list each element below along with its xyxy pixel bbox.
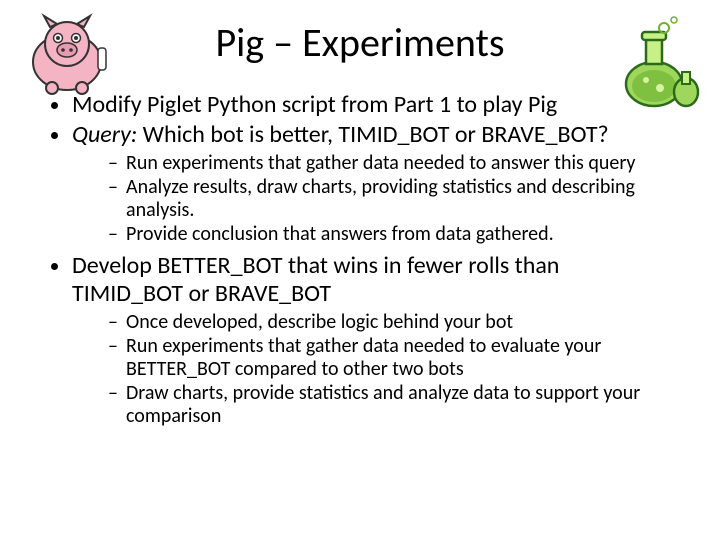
sub-analyze-results: Analyze results, draw charts, providing …	[108, 176, 672, 222]
sub-provide-conclusion: Provide conclusion that answers from dat…	[108, 223, 672, 246]
query-label: Query:	[72, 120, 137, 149]
query-text: Which bot is better, TIMID_BOT or BRAVE_…	[137, 120, 608, 149]
bullet-modify-piglet: Modify Piglet Python script from Part 1 …	[72, 91, 672, 119]
bullet-develop-betterbot: Develop BETTER_BOT that wins in fewer ro…	[72, 252, 672, 428]
sub-text: Run experiments that gather data needed …	[126, 151, 635, 175]
sub-run-compare: Run experiments that gather data needed …	[108, 335, 672, 381]
flask-icon	[612, 16, 702, 116]
sub-text: Run experiments that gather data needed …	[126, 334, 601, 381]
sub-describe-logic: Once developed, describe logic behind yo…	[108, 311, 672, 334]
bullet-query: Query: Which bot is better, TIMID_BOT or…	[72, 121, 672, 247]
bullet-text: Modify Piglet Python script from Part 1 …	[72, 90, 557, 119]
sub-text: Provide conclusion that answers from dat…	[126, 222, 554, 246]
slide-title: Pig – Experiments	[215, 18, 504, 67]
sub-text: Analyze results, draw charts, providing …	[126, 175, 635, 222]
sub-text: Draw charts, provide statistics and anal…	[126, 381, 640, 428]
pig-icon	[20, 10, 115, 105]
bullet-text: Develop BETTER_BOT that wins in fewer ro…	[72, 251, 559, 308]
sub-run-experiments: Run experiments that gather data needed …	[108, 152, 672, 175]
sub-text: Once developed, describe logic behind yo…	[126, 310, 513, 334]
sub-draw-charts: Draw charts, provide statistics and anal…	[108, 382, 672, 428]
slide-body: Modify Piglet Python script from Part 1 …	[0, 75, 720, 428]
